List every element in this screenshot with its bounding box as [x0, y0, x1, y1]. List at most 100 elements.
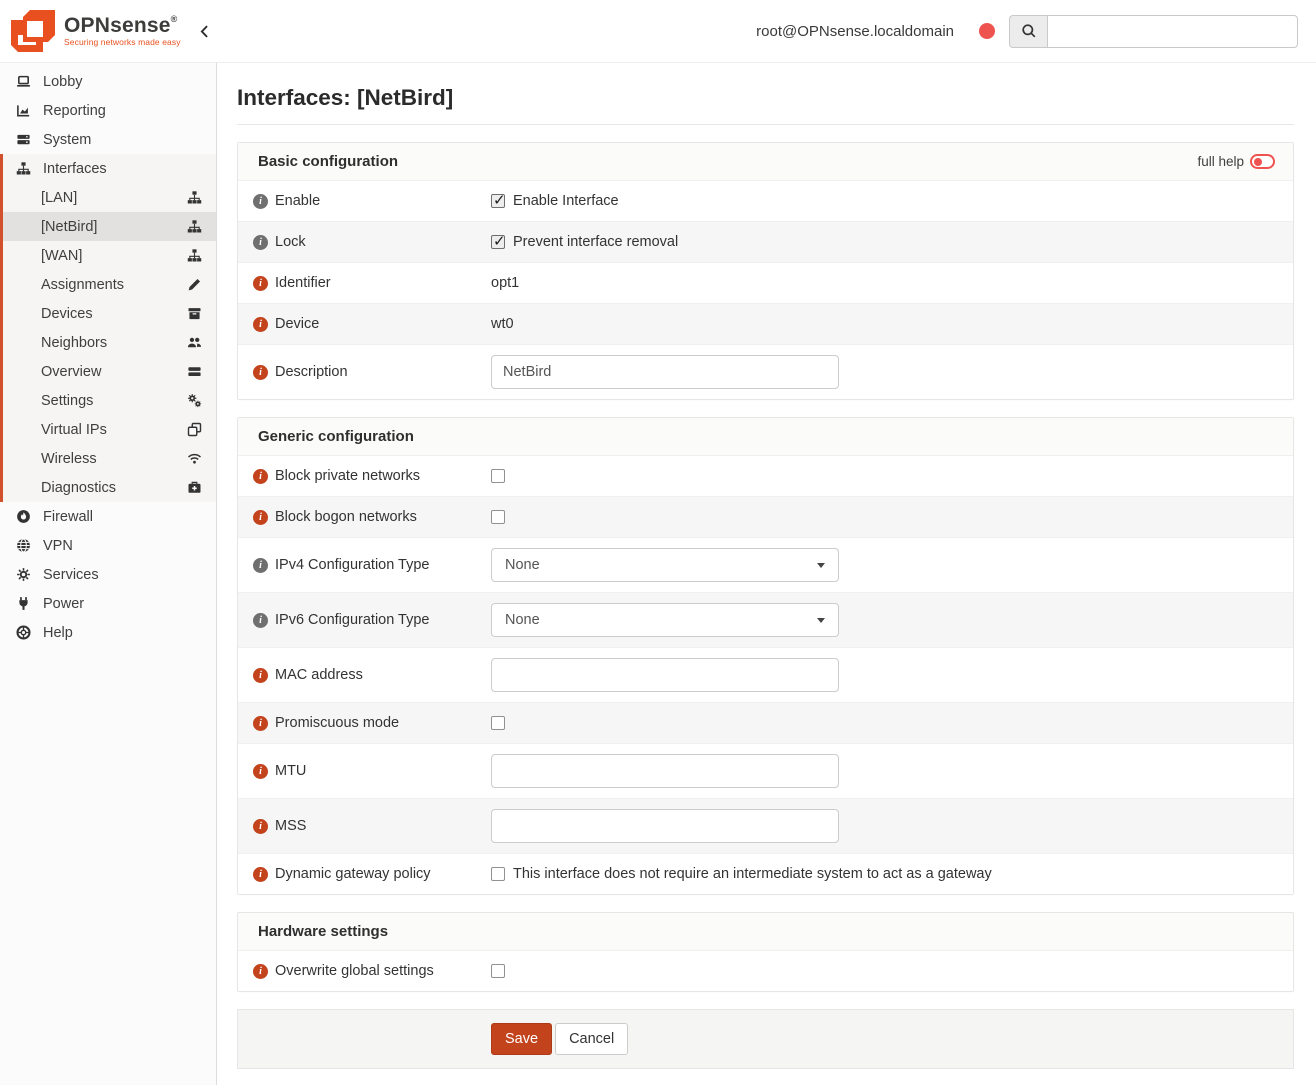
pencil-icon: [187, 277, 202, 292]
sidebar-item-wan[interactable]: [WAN]: [3, 241, 216, 270]
info-icon[interactable]: i: [253, 867, 268, 882]
sidebar-item-label: Wireless: [41, 451, 97, 467]
sidebar-item-wireless[interactable]: Wireless: [3, 444, 216, 473]
info-icon[interactable]: i: [253, 235, 268, 250]
info-icon[interactable]: i: [253, 365, 268, 380]
dynamic-gateway-checkbox[interactable]: [491, 867, 505, 881]
info-icon[interactable]: i: [253, 276, 268, 291]
sidebar-item-label: [NetBird]: [41, 219, 97, 235]
form-row-identifier: iIdentifier opt1: [238, 262, 1293, 303]
registered-mark: ®: [171, 14, 178, 24]
sidebar-item-power[interactable]: Power: [0, 589, 216, 618]
form-row-ipv4-type: iIPv4 Configuration Type None: [238, 537, 1293, 592]
info-icon[interactable]: i: [253, 716, 268, 731]
brand: OPNsense® Securing networks made easy: [10, 9, 212, 53]
overwrite-global-checkbox[interactable]: [491, 964, 505, 978]
info-icon[interactable]: i: [253, 964, 268, 979]
red-status-dot: [979, 23, 995, 39]
form-row-device: iDevice wt0: [238, 303, 1293, 344]
sidebar-item-virtual-ips[interactable]: Virtual IPs: [3, 415, 216, 444]
info-icon[interactable]: i: [253, 613, 268, 628]
sidebar-item-lobby[interactable]: Lobby: [0, 67, 216, 96]
sidebar-item-label: Reporting: [43, 103, 106, 119]
search-icon: [1009, 15, 1047, 48]
sidebar-item-settings[interactable]: Settings: [3, 386, 216, 415]
sidebar-item-help[interactable]: Help: [0, 618, 216, 647]
description-input[interactable]: [491, 355, 839, 389]
area-chart-icon: [14, 103, 32, 118]
block-private-checkbox[interactable]: [491, 469, 505, 483]
sidebar-item-services[interactable]: Services: [0, 560, 216, 589]
sidebar-item-label: Services: [43, 567, 99, 583]
users-icon: [187, 335, 202, 350]
sidebar-item-lan[interactable]: [LAN]: [3, 183, 216, 212]
sidebar-item-system[interactable]: System: [0, 125, 216, 154]
sidebar-item-firewall[interactable]: Firewall: [0, 502, 216, 531]
sidebar-item-vpn[interactable]: VPN: [0, 531, 216, 560]
lock-checkbox[interactable]: [491, 235, 505, 249]
checkbox-label: Enable Interface: [513, 193, 619, 209]
sidebar-item-interfaces[interactable]: Interfaces: [3, 154, 216, 183]
gear-icon: [14, 567, 32, 582]
life-ring-icon: [14, 625, 32, 640]
select-value: None: [505, 557, 540, 573]
info-icon[interactable]: i: [253, 668, 268, 683]
select-value: None: [505, 612, 540, 628]
info-icon[interactable]: i: [253, 469, 268, 484]
field-label: Device: [275, 316, 319, 332]
panel-title: Generic configuration: [258, 428, 414, 445]
bars-icon: [187, 364, 202, 379]
enable-interface-checkbox[interactable]: [491, 194, 505, 208]
sidebar-item-assignments[interactable]: Assignments: [3, 270, 216, 299]
mss-input[interactable]: [491, 809, 839, 843]
main-content: Interfaces: [NetBird] Basic configuratio…: [217, 62, 1316, 1085]
sidebar-collapse-button[interactable]: [197, 23, 212, 40]
server-icon: [14, 132, 32, 147]
promiscuous-checkbox[interactable]: [491, 716, 505, 730]
sidebar-item-neighbors[interactable]: Neighbors: [3, 328, 216, 357]
full-help-toggle[interactable]: full help: [1197, 154, 1275, 169]
sidebar-item-label: Devices: [41, 306, 93, 322]
sidebar-item-diagnostics[interactable]: Diagnostics: [3, 473, 216, 502]
sidebar-item-label: [WAN]: [41, 248, 82, 264]
mtu-input[interactable]: [491, 754, 839, 788]
checkbox-label: Prevent interface removal: [513, 234, 678, 250]
ipv6-config-type-select[interactable]: None: [491, 603, 839, 637]
block-bogon-checkbox[interactable]: [491, 510, 505, 524]
sidebar-item-label: VPN: [43, 538, 73, 554]
info-icon[interactable]: i: [253, 510, 268, 525]
sidebar-item-devices[interactable]: Devices: [3, 299, 216, 328]
field-label: Block bogon networks: [275, 509, 417, 525]
sidebar-item-label: [LAN]: [41, 190, 77, 206]
top-header: OPNsense® Securing networks made easy ro…: [0, 0, 1316, 62]
mac-address-input[interactable]: [491, 658, 839, 692]
cancel-button[interactable]: Cancel: [555, 1023, 628, 1055]
info-icon[interactable]: i: [253, 558, 268, 573]
opnsense-logo-icon: [10, 9, 56, 53]
info-icon[interactable]: i: [253, 764, 268, 779]
field-label: Enable: [275, 193, 320, 209]
info-icon[interactable]: i: [253, 317, 268, 332]
sitemap-icon: [187, 190, 202, 205]
sidebar-item-overview[interactable]: Overview: [3, 357, 216, 386]
field-label: Description: [275, 364, 348, 380]
form-row-mss: iMSS: [238, 798, 1293, 853]
form-row-lock: iLock Prevent interface removal: [238, 221, 1293, 262]
logged-in-user: root@OPNsense.localdomain: [756, 23, 954, 40]
info-icon[interactable]: i: [253, 819, 268, 834]
search-input[interactable]: [1047, 15, 1298, 48]
search-box: [1009, 15, 1298, 48]
sitemap-icon: [187, 219, 202, 234]
laptop-icon: [14, 74, 32, 89]
sidebar-item-label: Help: [43, 625, 73, 641]
form-row-block-private: iBlock private networks: [238, 455, 1293, 496]
panel-hardware-settings: Hardware settings iOverwrite global sett…: [237, 912, 1294, 992]
sidebar-item-label: Diagnostics: [41, 480, 116, 496]
ipv4-config-type-select[interactable]: None: [491, 548, 839, 582]
sidebar-item-netbird[interactable]: [NetBird]: [3, 212, 216, 241]
sidebar-item-label: Neighbors: [41, 335, 107, 351]
save-button[interactable]: Save: [491, 1023, 552, 1055]
info-icon[interactable]: i: [253, 194, 268, 209]
sidebar-item-reporting[interactable]: Reporting: [0, 96, 216, 125]
header-right: root@OPNsense.localdomain: [756, 15, 1298, 48]
